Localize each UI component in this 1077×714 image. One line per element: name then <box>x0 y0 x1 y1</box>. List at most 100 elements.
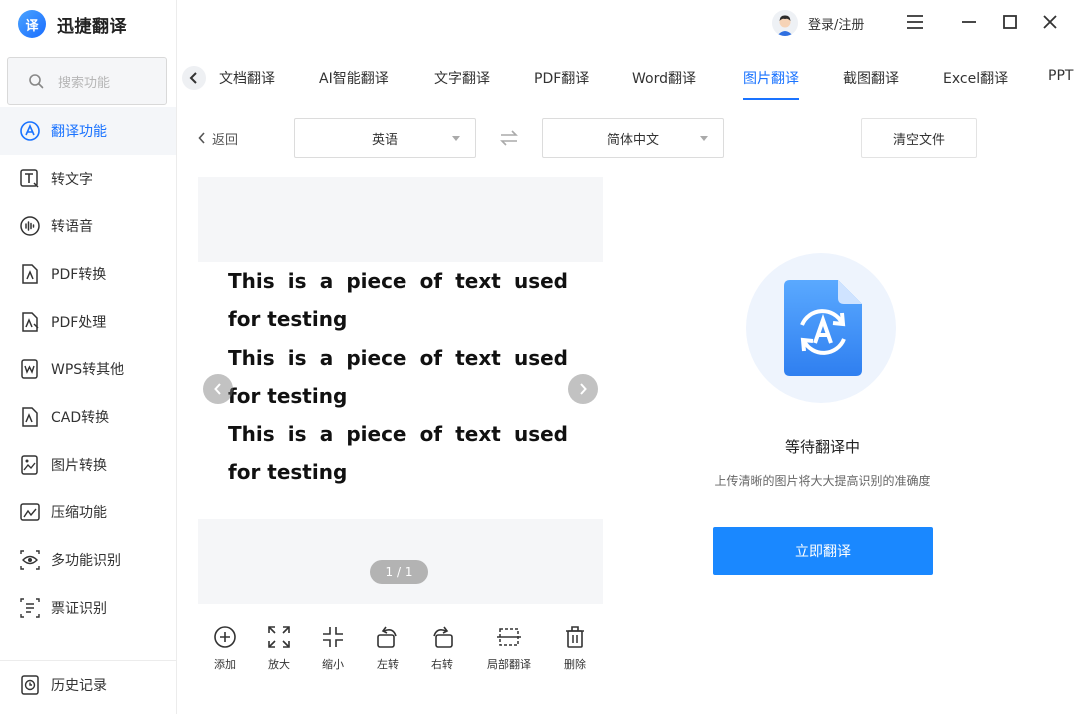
next-image-button[interactable] <box>568 374 598 404</box>
login-button[interactable]: 登录/注册 <box>772 8 864 38</box>
sidebar-item-multi-recognize[interactable]: 多功能识别 <box>0 536 176 584</box>
sidebar-item-label: CAD转换 <box>51 409 110 426</box>
sidebar: 译 迅捷翻译 搜索功能 翻译功能 转文字 转语音 PDF转换 PDF处理 WPS… <box>0 0 177 714</box>
image-preview: This is a piece of text used for testing… <box>198 177 603 604</box>
maximize-button[interactable] <box>999 11 1021 33</box>
sidebar-item-label: 多功能识别 <box>51 553 121 570</box>
rotate-right-icon <box>433 626 453 648</box>
source-language-select[interactable]: 英语 <box>294 118 476 158</box>
clear-files-button[interactable]: 清空文件 <box>861 118 977 158</box>
close-button[interactable] <box>1039 11 1061 33</box>
tab-text-translate[interactable]: 文字翻译 <box>434 68 490 100</box>
sidebar-item-pdf-process[interactable]: PDF处理 <box>0 298 176 346</box>
tool-label: 左转 <box>377 658 399 671</box>
app-title: 迅捷翻译 <box>57 16 127 37</box>
maximize-icon <box>1003 15 1017 29</box>
delete-button[interactable]: 删除 <box>545 624 605 672</box>
sidebar-item-label: 压缩功能 <box>51 505 107 522</box>
sidebar-item-label: 历史记录 <box>51 677 107 694</box>
text-convert-icon <box>20 168 39 188</box>
sidebar-item-ticket[interactable]: 票证识别 <box>0 584 176 632</box>
sidebar-item-history[interactable]: 历史记录 <box>0 660 176 708</box>
partial-translate-button[interactable]: 局部翻译 <box>479 624 539 672</box>
tab-word-translate[interactable]: Word翻译 <box>632 68 696 100</box>
tab-scroll-left-button[interactable] <box>182 66 206 90</box>
tab-screenshot-translate[interactable]: 截图翻译 <box>843 68 899 100</box>
chevron-right-icon <box>580 383 587 395</box>
zoom-in-button[interactable]: 放大 <box>249 624 309 672</box>
sidebar-item-image-convert[interactable]: 图片转换 <box>0 441 176 489</box>
search-placeholder: 搜索功能 <box>58 75 111 91</box>
tool-label: 右转 <box>431 658 453 671</box>
prev-image-button[interactable] <box>203 374 233 404</box>
sidebar-item-label: PDF处理 <box>51 314 107 331</box>
preview-text: This is a piece of text used for testing… <box>228 262 568 492</box>
tab-document-translate[interactable]: 文档翻译 <box>219 68 275 100</box>
feature-tabs: 文档翻译 AI智能翻译 文字翻译 PDF翻译 Word翻译 图片翻译 截图翻译 … <box>206 62 1077 102</box>
add-icon <box>214 626 236 648</box>
voice-icon <box>20 216 40 236</box>
tool-label: 添加 <box>214 658 236 671</box>
chevron-left-icon <box>214 383 221 395</box>
delete-icon <box>566 626 584 648</box>
chevron-left-icon <box>198 132 205 144</box>
history-icon <box>21 674 39 695</box>
target-language-value: 简体中文 <box>606 132 659 148</box>
preview-line: This is a piece of text used for testing <box>228 422 568 485</box>
tab-pdf-translate[interactable]: PDF翻译 <box>534 68 589 100</box>
sidebar-item-compress[interactable]: 压缩功能 <box>0 489 176 537</box>
eye-icon <box>20 550 40 570</box>
waiting-illustration <box>746 253 896 403</box>
sidebar-item-label: WPS转其他 <box>51 362 125 379</box>
tool-label: 缩小 <box>322 658 344 671</box>
tab-excel-translate[interactable]: Excel翻译 <box>943 68 1008 100</box>
chevron-left-icon <box>189 72 197 84</box>
tab-ppt-translate[interactable]: PPT <box>1048 68 1073 100</box>
pdf-process-icon <box>22 311 39 332</box>
sidebar-item-pdf-convert[interactable]: PDF转换 <box>0 250 176 298</box>
sidebar-item-label: 转语音 <box>51 219 93 236</box>
tab-image-translate[interactable]: 图片翻译 <box>743 68 799 100</box>
zoom-in-icon <box>268 626 290 648</box>
sidebar-item-label: PDF转换 <box>51 266 107 283</box>
sidebar-item-voice[interactable]: 转语音 <box>0 202 176 250</box>
avatar-icon <box>772 10 798 36</box>
compress-icon <box>20 503 40 522</box>
back-label: 返回 <box>212 132 239 148</box>
rotate-right-button[interactable]: 右转 <box>412 624 472 672</box>
translate-now-button[interactable]: 立即翻译 <box>713 527 933 575</box>
swap-languages-icon[interactable] <box>498 128 520 148</box>
avatar <box>772 10 798 36</box>
sidebar-item-cad[interactable]: CAD转换 <box>0 393 176 441</box>
sidebar-item-wps[interactable]: WPS转其他 <box>0 345 176 393</box>
back-button[interactable]: 返回 <box>198 128 238 148</box>
sidebar-item-label: 转文字 <box>51 171 93 188</box>
sidebar-item-label: 翻译功能 <box>51 123 107 140</box>
minimize-button[interactable] <box>958 11 980 33</box>
search-input[interactable]: 搜索功能 <box>7 57 167 105</box>
image-convert-icon <box>21 454 38 475</box>
tool-label: 放大 <box>268 658 290 671</box>
add-button[interactable]: 添加 <box>195 624 255 672</box>
menu-icon <box>907 15 923 29</box>
zoom-out-button[interactable]: 缩小 <box>303 624 363 672</box>
sidebar-item-label: 票证识别 <box>51 600 107 617</box>
zoom-out-icon <box>323 627 343 647</box>
caret-down-icon <box>700 136 708 141</box>
sidebar-item-text-convert[interactable]: 转文字 <box>0 155 176 203</box>
sidebar-item-translate[interactable]: 翻译功能 <box>0 107 176 155</box>
brand: 译 迅捷翻译 <box>18 9 127 39</box>
tool-label: 局部翻译 <box>487 658 531 671</box>
target-language-select[interactable]: 简体中文 <box>542 118 724 158</box>
rotate-left-button[interactable]: 左转 <box>358 624 418 672</box>
rotate-left-icon <box>377 626 397 648</box>
cad-icon <box>22 407 38 427</box>
menu-button[interactable] <box>904 11 926 33</box>
preview-line: This is a piece of text used for testing <box>228 345 568 408</box>
sidebar-item-label: 图片转换 <box>51 457 107 474</box>
page-indicator: 1 / 1 <box>370 560 428 584</box>
waiting-status: 等待翻译中 <box>784 438 860 456</box>
pdf-convert-icon <box>22 264 38 284</box>
app-logo-icon: 译 <box>18 10 46 38</box>
tab-ai-translate[interactable]: AI智能翻译 <box>319 68 389 100</box>
